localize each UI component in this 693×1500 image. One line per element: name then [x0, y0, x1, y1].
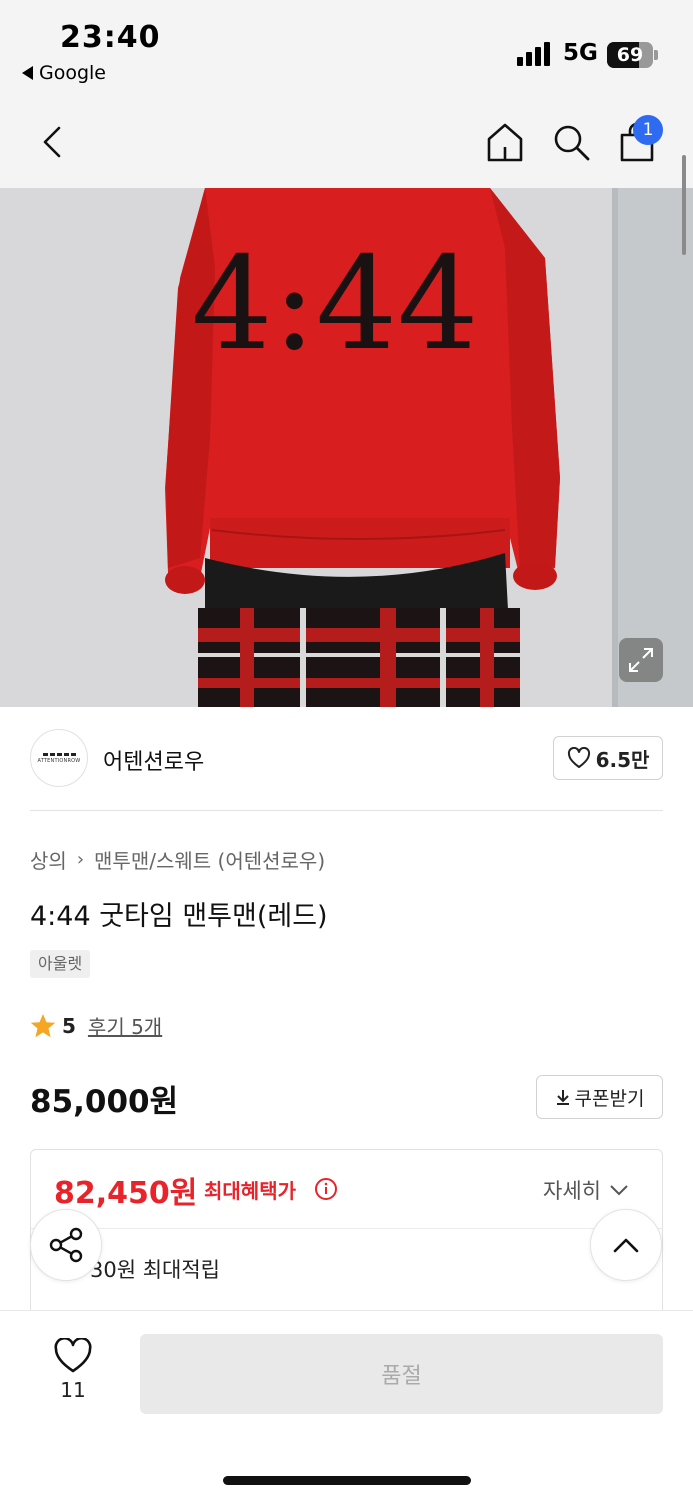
home-button[interactable]: [482, 118, 528, 166]
benefit-divider: [31, 1228, 662, 1229]
product-price: 85,000원: [30, 1084, 179, 1120]
cart-count-badge: 1: [633, 115, 663, 145]
status-time: 23:40: [60, 20, 161, 55]
battery-level: 69: [616, 44, 644, 66]
page-scrollbar[interactable]: [682, 155, 686, 255]
home-indicator[interactable]: [223, 1476, 471, 1485]
share-button[interactable]: [30, 1209, 102, 1281]
brand-name[interactable]: 어텐션로우: [103, 744, 204, 776]
heart-icon: [567, 747, 590, 768]
breadcrumb: 상의 › 맨투맨/스웨트 (어텐션로우): [30, 845, 325, 874]
breadcrumb-item-category[interactable]: 상의: [30, 845, 67, 874]
benefit-detail-toggle[interactable]: 자세히: [543, 1175, 629, 1205]
share-icon: [49, 1227, 83, 1263]
signal-icon: [517, 42, 550, 66]
scroll-top-button[interactable]: [590, 1209, 662, 1281]
outlet-tag: 아울렛: [30, 950, 91, 978]
search-icon: [554, 125, 590, 161]
reviews-link[interactable]: 후기 5개: [88, 1011, 162, 1040]
detail-label: 자세히: [543, 1179, 601, 1203]
wishlist-button[interactable]: 11: [50, 1338, 96, 1402]
battery-cap: [654, 50, 658, 60]
soldout-button[interactable]: 품절: [140, 1334, 663, 1414]
product-title: 4:44 굿타임 맨투맨(레드): [30, 901, 328, 932]
brand-like-button[interactable]: 6.5만: [553, 736, 663, 780]
heart-icon: [54, 1338, 92, 1373]
battery-icon: 69: [607, 42, 653, 68]
max-benefit-label: 최대혜택가: [204, 1179, 296, 1203]
chevron-right-icon: ›: [76, 849, 85, 870]
status-bar: 23:40 Google 5G 69: [0, 0, 693, 100]
info-icon[interactable]: [314, 1177, 338, 1201]
max-points: 30원 최대적립: [90, 1258, 220, 1282]
chevron-down-icon: [610, 1185, 628, 1196]
coupon-download-button[interactable]: 쿠폰받기: [536, 1075, 663, 1119]
brand-logo-text: ATTENTIONROW: [37, 757, 81, 764]
brand-logo-mark: [42, 752, 76, 756]
network-type: 5G: [563, 40, 598, 66]
max-benefit-price: 82,450원: [54, 1176, 198, 1211]
back-app-label: Google: [39, 62, 107, 84]
expand-icon: [629, 648, 653, 672]
back-to-app-link[interactable]: Google: [22, 62, 106, 84]
home-icon: [487, 123, 523, 162]
back-button[interactable]: [30, 118, 74, 166]
product-image[interactable]: 4:44: [0, 188, 693, 707]
search-button[interactable]: [548, 118, 594, 166]
chevron-left-icon: [43, 126, 61, 158]
section-divider: [30, 810, 663, 811]
rating-score: 5: [62, 1013, 76, 1038]
brand-logo[interactable]: ATTENTIONROW: [30, 729, 88, 787]
coupon-label: 쿠폰받기: [574, 1087, 645, 1110]
soldout-label: 품절: [381, 1363, 422, 1388]
wishlist-count: 11: [60, 1378, 86, 1402]
back-triangle-icon: [22, 66, 33, 80]
star-icon: [30, 1013, 56, 1037]
expand-image-button[interactable]: [619, 638, 663, 682]
brand-like-count: 6.5만: [595, 747, 650, 772]
rating-summary: 5 후기 5개: [30, 1011, 162, 1040]
product-photo: 4:44: [0, 188, 693, 707]
top-nav-bar: [0, 100, 693, 188]
chevron-up-icon: [613, 1238, 639, 1253]
download-icon: [556, 1090, 569, 1105]
sweatshirt-print-text: 4:44: [191, 230, 478, 379]
breadcrumb-item-subcategory[interactable]: 맨투맨/스웨트 (어텐션로우): [94, 845, 325, 874]
